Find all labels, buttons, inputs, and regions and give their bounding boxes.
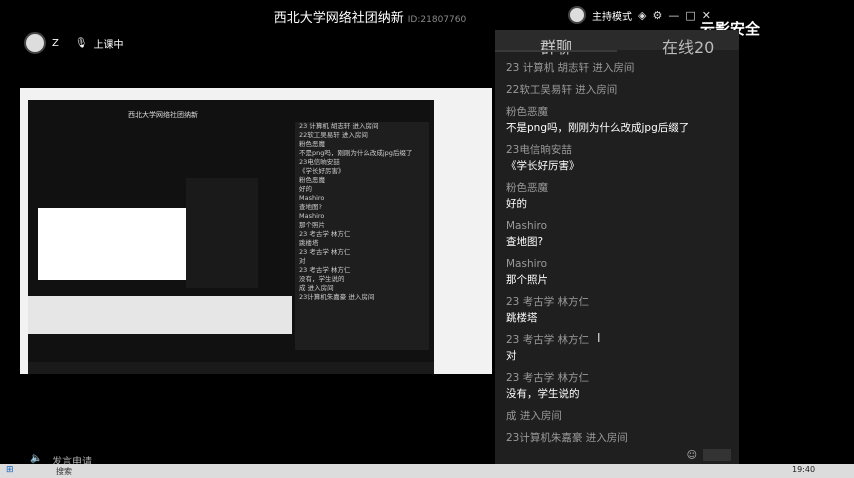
inner-chat-line: 查地图? <box>299 203 322 211</box>
room-id: ID:21807760 <box>407 15 467 25</box>
inner-chat-line: 《学长好厉害》 <box>299 167 345 175</box>
message-text: 好的 <box>506 198 527 210</box>
inner-chat-line: Mashiro <box>299 194 325 202</box>
tab-group-chat[interactable]: 群聊 <box>540 34 572 58</box>
speaker-icon[interactable]: 🔈 <box>30 453 42 464</box>
message-text: 《学长好厉害》 <box>506 160 580 172</box>
message-text: 没有，学生说的 <box>506 388 580 400</box>
maximize-icon[interactable]: □ <box>685 9 695 22</box>
inner-chat-line: 跳楼塔 <box>299 239 319 247</box>
inner-chat-line: 不是png吗，刚刚为什么改成jpg后缀了 <box>299 149 413 157</box>
emoji-icon[interactable]: ☺ <box>687 450 697 461</box>
inner-chat-line: 23 考古学 林方仁 <box>299 248 351 256</box>
system-message: 23 计算机 胡志轩 进入房间 <box>506 62 635 74</box>
message-sender: 粉色恶魔 <box>506 182 548 194</box>
tab-online[interactable]: 在线20 <box>662 34 714 58</box>
message-list: 23 计算机 胡志轩 进入房间 22软工吴易轩 进入房间 粉色恶魔 不是png吗，刚刚… <box>506 60 732 452</box>
inner-chat-line: 粉色恶魔 <box>299 176 325 184</box>
user-row: Z 🎙 上课中 <box>24 32 124 54</box>
inner-nested-panel <box>186 178 258 288</box>
message-text: 那个照片 <box>506 274 548 286</box>
system-message: 成 进入房间 <box>506 410 562 422</box>
message-sender: 23电信晌安喆 <box>506 144 572 156</box>
taskbar-search[interactable]: 搜索 <box>56 466 72 477</box>
host-avatar <box>568 6 586 24</box>
message-text: 查地图? <box>506 236 544 248</box>
inner-chat-line: 23 考古学 林方仁 <box>299 266 351 274</box>
mic-icon[interactable]: 🎙 <box>75 38 88 49</box>
message-text: 对 <box>506 350 517 362</box>
user-name: Z <box>52 37 59 49</box>
inner-chat-line: 23 计算机 胡志轩 进入房间 <box>299 122 379 130</box>
taskbar-clock: 19:40 <box>792 465 816 474</box>
user-avatar <box>24 32 46 54</box>
message-sender: Mashiro <box>506 220 548 232</box>
minimize-icon[interactable]: — <box>668 9 679 22</box>
inner-chat-panel: 23 计算机 胡志轩 进入房间 22软工吴易轩 进入房间 粉色恶魔 不是png吗，刚刚… <box>295 122 429 350</box>
pin-icon[interactable]: ◈ <box>638 9 646 22</box>
inner-chat-line: 好的 <box>299 185 312 193</box>
inner-taskbar <box>28 362 434 374</box>
inner-chat-line: 对 <box>299 257 306 265</box>
message-text: 跳楼塔 <box>506 312 538 324</box>
host-mode-label[interactable]: 主持模式 <box>592 8 632 23</box>
user-status: 上课中 <box>93 39 124 51</box>
system-message: 22软工吴易轩 进入房间 <box>506 84 618 96</box>
host-mode-area[interactable]: 主持模式 ◈ ⚙ — □ ✕ <box>568 5 711 25</box>
inner-chat-line: 23计算机朱嘉豪 进入房间 <box>299 293 375 301</box>
inner-chat-line: 没有，学生说的 <box>299 275 345 283</box>
inner-chat-line: 23电信晌安喆 <box>299 158 340 166</box>
inner-chat-line: 粉色恶魔 <box>299 140 325 148</box>
inner-chat-line: Mashiro <box>299 212 325 220</box>
inner-chat-line: 成 进入房间 <box>299 284 334 292</box>
chat-input-bar: ☺ <box>495 446 739 464</box>
windows-start-icon[interactable]: ⊞ <box>6 465 14 475</box>
room-title: 西北大学网络社团纳新 <box>273 11 404 26</box>
inner-window-title: 西北大学网络社团纳新 <box>128 111 198 119</box>
message-sender: Mashiro <box>506 258 548 270</box>
inner-chat-line: 22软工吴易轩 进入房间 <box>299 131 368 139</box>
message-sender: 23 考古学 林方仁 <box>506 372 590 384</box>
message-sender: 23 考古学 林方仁 <box>506 334 590 346</box>
send-button[interactable] <box>703 449 731 461</box>
tab-indicator <box>495 50 617 52</box>
system-message: 23计算机朱嘉豪 进入房间 <box>506 432 628 444</box>
text-cursor-icon: I <box>597 331 601 345</box>
inner-chat-line: 那个照片 <box>299 221 325 229</box>
message-sender: 粉色恶魔 <box>506 106 548 118</box>
inner-nested-screen <box>38 208 186 280</box>
message-text: 不是png吗，刚刚为什么改成jpg后缀了 <box>506 122 690 134</box>
inner-stripe <box>28 296 292 334</box>
message-sender: 23 考古学 林方仁 <box>506 296 590 308</box>
inner-chat-line: 23 考古学 林方仁 <box>299 230 351 238</box>
settings-icon[interactable]: ⚙ <box>652 9 662 22</box>
taskbar <box>0 464 854 478</box>
